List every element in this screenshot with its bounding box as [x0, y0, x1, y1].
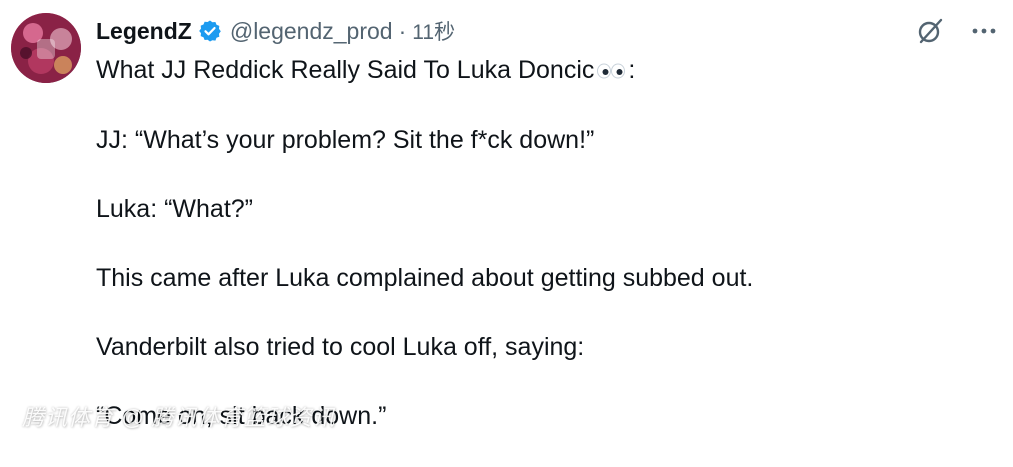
verified-badge-icon [198, 19, 222, 43]
tweet-actions [915, 14, 999, 48]
handle[interactable]: @legendz_prod [230, 18, 393, 45]
tweet-paragraph: Vanderbilt also tried to cool Luka off, … [96, 333, 585, 362]
tweet-card: LegendZ @legendz_prod · 11秒 What JJ Redd… [0, 0, 1013, 453]
tweet-header: LegendZ @legendz_prod · 11秒 [96, 14, 455, 48]
tweet-title-text: What JJ Reddick Really Said To Luka Donc… [96, 56, 595, 84]
tweet-paragraph: JJ: “What’s your problem? Sit the f*ck d… [96, 126, 595, 155]
tweet-title: What JJ Reddick Really Said To Luka Donc… [96, 52, 996, 89]
avatar-image [11, 13, 81, 83]
tweet-paragraph: Luka: “What?” [96, 195, 254, 224]
avatar[interactable] [11, 13, 81, 83]
eyes-emoji-icon [596, 53, 626, 89]
timestamp[interactable]: 11秒 [412, 16, 455, 46]
grok-icon[interactable] [915, 16, 945, 46]
tweet-title-suffix: : [628, 56, 636, 84]
tweet-paragraph: This came after Luka complained about ge… [96, 264, 754, 293]
tweet-paragraph: “Come on, sit back down.” [96, 402, 387, 431]
separator-dot: · [398, 17, 407, 44]
more-icon[interactable] [969, 16, 999, 46]
tweet-text: What JJ Reddick Really Said To Luka Donc… [96, 52, 996, 467]
display-name[interactable]: LegendZ [96, 18, 192, 45]
